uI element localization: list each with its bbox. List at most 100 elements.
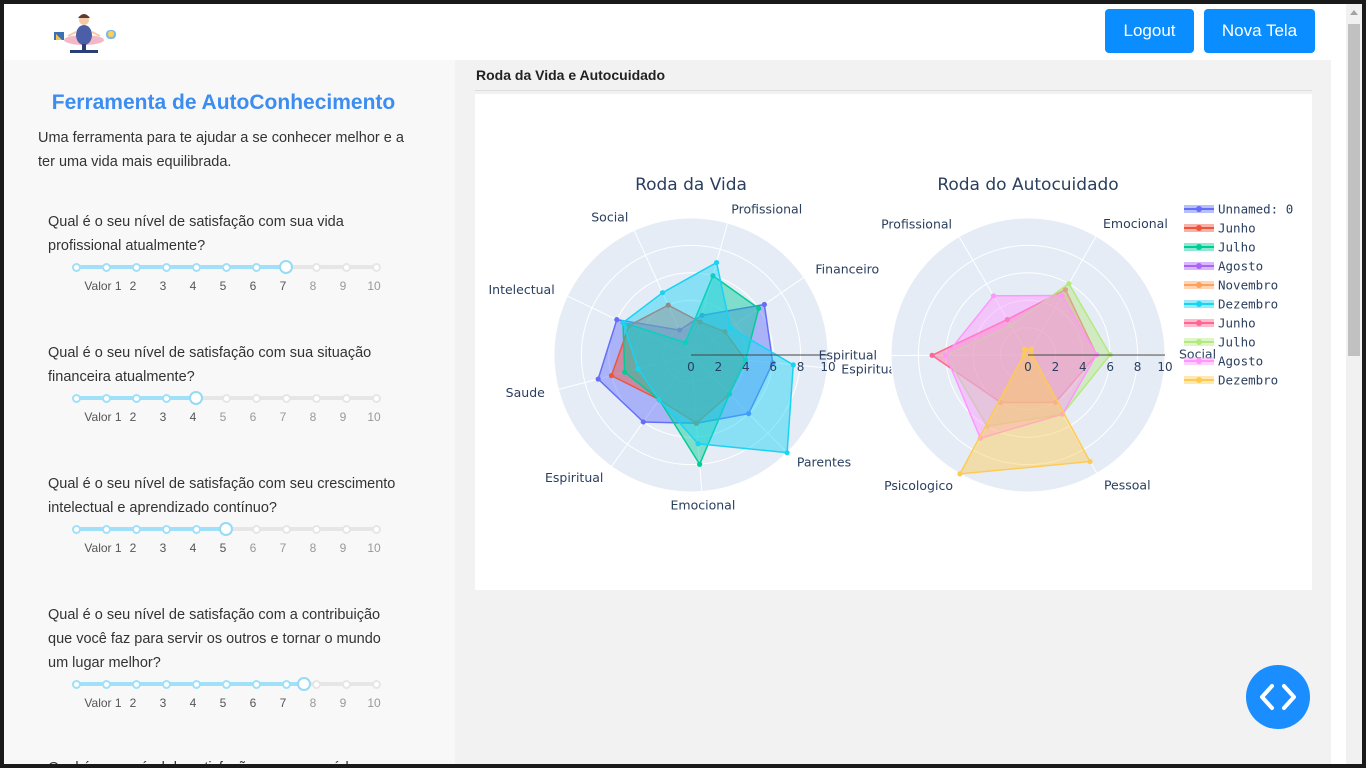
scroll-up-arrow[interactable]: [1346, 4, 1362, 22]
slider-tick: [281, 524, 291, 534]
code-button[interactable]: [1246, 665, 1310, 729]
slider-mark: 4: [189, 279, 197, 293]
series-point: [640, 419, 646, 425]
slider-financeira[interactable]: Valor 1 2 3 4 5 6 7 8 9 10: [71, 390, 381, 430]
slider-profissional[interactable]: Valor 1 2 3 4 5 6 7 8 9 10: [71, 259, 381, 299]
slider-tick: [71, 524, 81, 534]
legend-item: Agosto: [1184, 259, 1263, 274]
slider-mark: 9: [339, 541, 347, 555]
slider-tick: [281, 679, 291, 689]
radial-tick-label: 2: [715, 360, 723, 374]
question-intelectual: Qual é o seu nível de satisfação com seu…: [48, 476, 396, 516]
slider-mark: 7: [279, 410, 287, 424]
legend-marker: [1196, 225, 1202, 231]
slider-mark: 6: [249, 410, 257, 424]
slider-handle[interactable]: [189, 391, 203, 405]
radial-tick-label: 4: [742, 360, 750, 374]
slider-mark: 8: [309, 410, 317, 424]
section-title: Roda da Vida e Autocuidado: [476, 67, 666, 83]
series-point: [943, 352, 949, 358]
slider-tick: [161, 524, 171, 534]
axis-label: Emocional: [671, 498, 736, 513]
series-point: [1021, 346, 1028, 352]
slider-mark: 4: [189, 696, 197, 710]
series-point: [990, 293, 997, 299]
series-point: [713, 259, 720, 266]
header: Logout Nova Tela: [4, 4, 1346, 60]
slider-mark: 10: [367, 279, 381, 293]
series-point: [756, 305, 762, 312]
radial-tick-label: 2: [1052, 360, 1060, 374]
slider-tick: [131, 393, 141, 403]
slider-mark: 5: [219, 410, 227, 424]
radial-tick-label: 6: [1106, 360, 1114, 374]
radial-tick-label: 10: [1157, 360, 1172, 374]
axis-label: Pessoal: [1104, 477, 1151, 492]
radial-tick-label: 8: [797, 360, 805, 374]
axis-label: Emocional: [1103, 216, 1168, 231]
slider-mark-first: Valor 1: [84, 279, 122, 293]
nova-tela-button[interactable]: Nova Tela: [1204, 9, 1315, 53]
slider-tick: [341, 679, 351, 689]
series-point: [761, 301, 767, 308]
slider-tick: [371, 524, 381, 534]
scrollbar-thumb[interactable]: [1348, 24, 1360, 356]
slider-mark: 6: [249, 541, 257, 555]
axis-label: Profissional: [881, 217, 952, 232]
section-divider: [475, 90, 1312, 91]
slider-handle[interactable]: [279, 260, 293, 274]
axis-label: Financeiro: [815, 261, 879, 276]
slider-mark: 6: [249, 279, 257, 293]
sidebar: Ferramenta de AutoConhecimento Uma ferra…: [4, 60, 455, 764]
legend-item: Dezembro: [1184, 373, 1278, 388]
slider-tick: [71, 393, 81, 403]
slider-mark-first: Valor 1: [84, 410, 122, 424]
series-point: [929, 352, 935, 358]
logout-button[interactable]: Logout: [1105, 9, 1194, 53]
axis-label: Parentes: [797, 455, 851, 470]
series-point: [727, 325, 734, 331]
slider-tick: [161, 679, 171, 689]
slider-tick: [371, 393, 381, 403]
slider-handle[interactable]: [219, 522, 233, 536]
slider-mark: 3: [159, 696, 167, 710]
legend-label: Agosto: [1218, 259, 1263, 274]
app-title: Ferramenta de AutoConhecimento: [51, 91, 396, 114]
app-window: Logout Nova Tela Ferramenta de AutoConhe…: [4, 4, 1362, 764]
series-point: [1021, 352, 1027, 358]
radar-roda-da-vida: 0 2 4 6 8 10ProfissionalFinanceiroEspiritualP…: [488, 175, 899, 513]
slider-tick: [71, 262, 81, 272]
slider-mark: 3: [159, 541, 167, 555]
slider-tick: [101, 393, 111, 403]
series-point: [656, 397, 662, 403]
series-point: [1087, 458, 1093, 465]
page-scrollbar[interactable]: [1346, 22, 1362, 764]
slider-mark: 2: [129, 279, 137, 293]
slider-tick: [101, 262, 111, 272]
slider-mark: 3: [159, 279, 167, 293]
radar-roda-do-autocuidado: 0 2 4 6 8 10EmocionalSocialPessoalPsicologico…: [819, 175, 1216, 493]
slider-handle[interactable]: [297, 677, 311, 691]
series-point: [790, 362, 796, 368]
slider-tick: [221, 262, 231, 272]
legend-item: Unnamed: 0: [1184, 202, 1293, 217]
legend-marker: [1196, 339, 1202, 345]
series-point: [1059, 292, 1065, 299]
series-point: [622, 369, 628, 375]
slider-tick: [251, 262, 261, 272]
slider-tick: [311, 262, 321, 272]
legend-label: Dezembro: [1218, 373, 1278, 388]
slider-tick: [131, 262, 141, 272]
series-point: [697, 461, 703, 467]
slider-tick: [311, 679, 321, 689]
slider-mark-first: Valor 1: [84, 541, 122, 555]
legend-label: Julho: [1218, 240, 1256, 255]
legend-marker: [1196, 301, 1202, 307]
series-point: [614, 317, 620, 323]
slider-mark: 9: [339, 696, 347, 710]
slider-contribuicao[interactable]: Valor 1 2 3 4 5 6 7 8 9 10: [71, 676, 381, 716]
slider-intelectual[interactable]: Valor 1 2 3 4 5 6 7 8 9 10: [71, 521, 381, 561]
slider-mark: 7: [279, 696, 287, 710]
axis-label: Social: [591, 210, 628, 225]
series-point: [784, 450, 790, 456]
